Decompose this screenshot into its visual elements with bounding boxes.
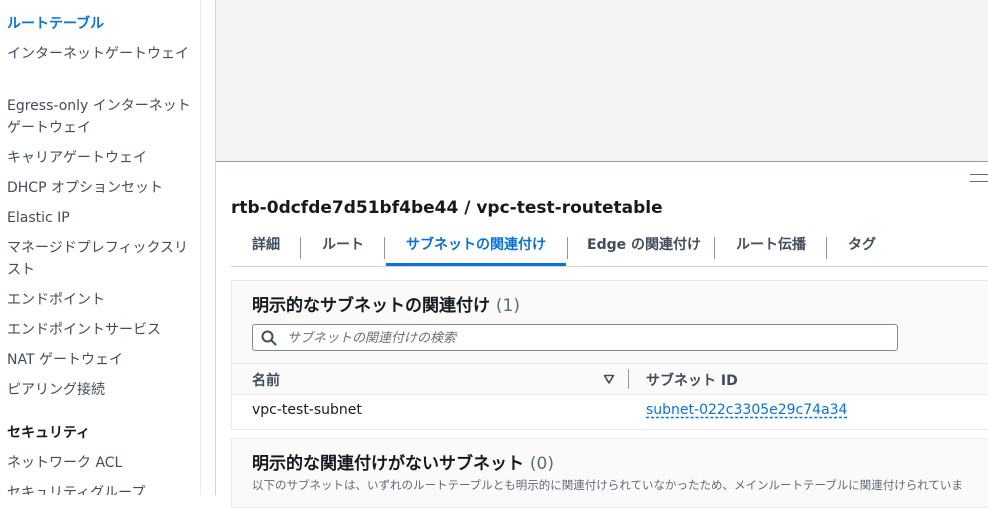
detail-title: rtb-0dcfde7d51bf4be44 / vpc-test-routeta… xyxy=(231,198,663,218)
sidebar-item-dhcp-options[interactable]: DHCP オプションセット xyxy=(7,177,193,199)
sidebar-item-prefix-lists[interactable]: マネージドプレフィックスリスト xyxy=(7,237,193,281)
sort-desc-icon[interactable] xyxy=(603,373,615,385)
cell-name: vpc-test-subnet xyxy=(252,402,362,418)
sidebar-item-elastic-ip[interactable]: Elastic IP xyxy=(7,207,193,229)
column-header-name[interactable]: 名前 xyxy=(252,370,280,390)
sidebar-item-egress-only-gateway[interactable]: Egress-only インターネットゲートウェイ xyxy=(7,95,193,139)
tab-edge-associations[interactable]: Edge の関連付け xyxy=(587,230,701,263)
tab-separator xyxy=(714,237,715,259)
detail-tabs: 詳細 ルート サブネットの関連付け Edge の関連付け ルート伝播 タグ xyxy=(231,230,988,267)
sidebar-item-endpoint-services[interactable]: エンドポイントサービス xyxy=(7,319,193,341)
panel-count: (1) xyxy=(495,296,521,316)
tab-separator xyxy=(300,237,301,259)
divider xyxy=(215,0,216,495)
sidebar-item-carrier-gateway[interactable]: キャリアゲートウェイ xyxy=(7,147,193,169)
search-field[interactable] xyxy=(252,324,898,351)
tab-separator xyxy=(567,237,568,259)
search-icon xyxy=(261,330,277,346)
tab-details[interactable]: 詳細 xyxy=(252,230,280,263)
sidebar-section-security: セキュリティ xyxy=(7,425,91,441)
panel-title: 明示的なサブネットの関連付け (1) xyxy=(252,291,520,316)
tab-subnet-associations[interactable]: サブネットの関連付け xyxy=(386,230,566,266)
tab-route-propagation[interactable]: ルート伝播 xyxy=(736,230,806,263)
column-header-subnet-id[interactable]: サブネット ID xyxy=(646,370,738,390)
sidebar-item-endpoints[interactable]: エンドポイント xyxy=(7,289,193,311)
explicit-associations-panel: 明示的なサブネットの関連付け (1) 名前 サブネット ID vpc-test-… xyxy=(231,280,988,430)
panel-description: 以下のサブネットは、いずれのルートテーブルとも明示的に関連付けられていなかったた… xyxy=(252,478,963,492)
table-header: 名前 サブネット ID xyxy=(232,363,988,395)
sidebar-nav: ‥‥‥ ルートテーブル インターネットゲートウェイ Egress-only イン… xyxy=(0,0,201,495)
non-explicit-subnets-panel: 明示的な関連付けがないサブネット (0) 以下のサブネットは、いずれのルートテー… xyxy=(231,438,988,508)
search-input[interactable] xyxy=(285,327,889,350)
resize-handle-icon[interactable] xyxy=(970,174,988,182)
panel-header: 明示的なサブネットの関連付け (1) xyxy=(232,281,988,363)
tab-separator xyxy=(826,237,827,259)
sidebar-item-nat-gateway[interactable]: NAT ゲートウェイ xyxy=(7,349,193,371)
column-resizer[interactable] xyxy=(628,369,629,389)
tab-separator xyxy=(384,237,385,259)
panel-count: (0) xyxy=(529,454,555,474)
sidebar-item-route-tables[interactable]: ルートテーブル xyxy=(7,13,193,35)
sidebar-item-network-acl[interactable]: ネットワーク ACL xyxy=(7,452,193,474)
sidebar-item-peering[interactable]: ピアリング接続 xyxy=(7,379,193,401)
tab-tags[interactable]: タグ xyxy=(848,230,876,263)
tab-routes[interactable]: ルート xyxy=(322,230,364,263)
panel-title: 明示的な関連付けがないサブネット (0) xyxy=(252,449,554,474)
sidebar-cut-item: ‥‥‥ xyxy=(7,0,35,4)
table-row: vpc-test-subnet subnet-022c3305e29c74a34 xyxy=(232,395,988,429)
panel-title-text: 明示的なサブネットの関連付け xyxy=(252,296,490,316)
panel-title-text: 明示的な関連付けがないサブネット xyxy=(252,454,524,474)
sidebar-item-security-groups[interactable]: セキュリティグループ xyxy=(7,482,193,495)
resource-list-area xyxy=(215,0,988,162)
subnet-id-link[interactable]: subnet-022c3305e29c74a34 xyxy=(646,402,847,418)
sidebar-item-internet-gateway[interactable]: インターネットゲートウェイ xyxy=(7,43,193,65)
